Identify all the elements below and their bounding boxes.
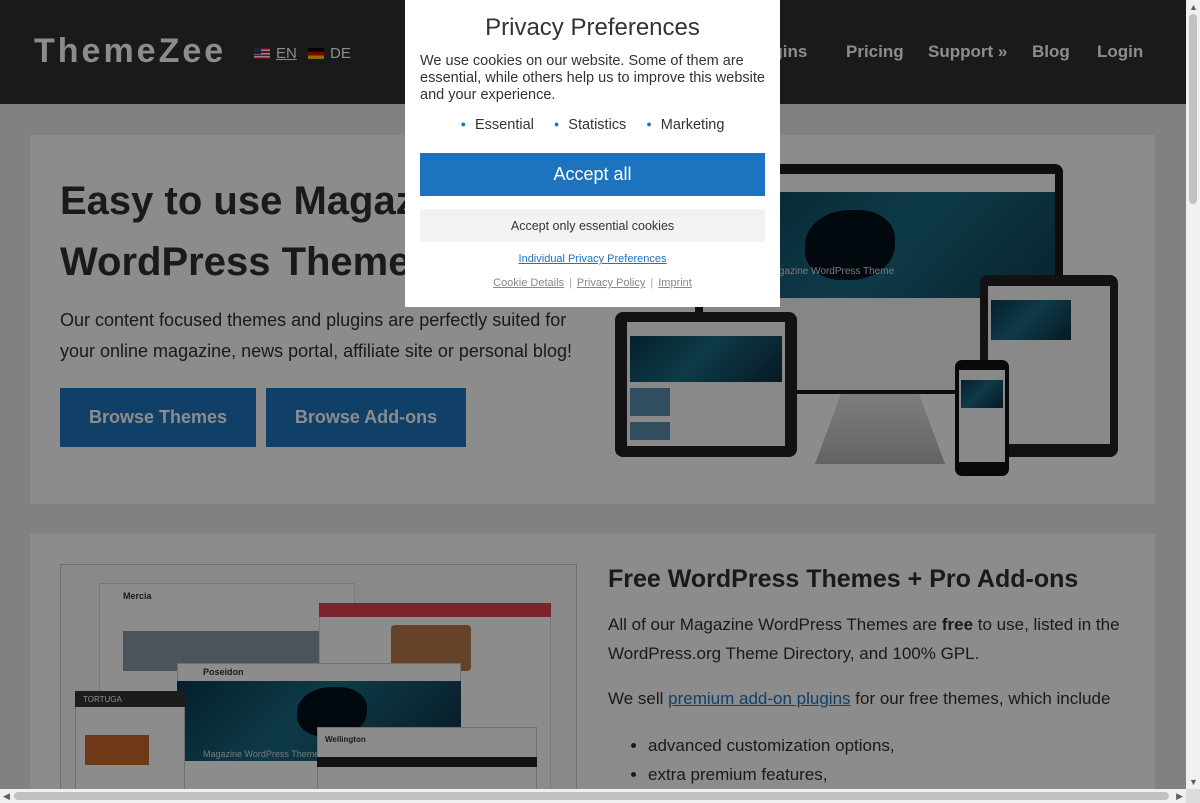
scroll-up-icon[interactable]: ▲ <box>1189 2 1198 12</box>
individual-preferences-link[interactable]: Individual Privacy Preferences <box>405 253 780 265</box>
horizontal-scroll-thumb[interactable] <box>14 792 1169 800</box>
horizontal-scrollbar[interactable]: ◀ ▶ <box>0 789 1186 803</box>
dialog-footer-links: Cookie Details | Privacy Policy | Imprint <box>493 277 692 289</box>
vertical-scroll-thumb[interactable] <box>1189 14 1197 204</box>
category-statistics: Statistics <box>554 117 626 133</box>
privacy-policy-link[interactable]: Privacy Policy <box>577 277 645 289</box>
dialog-title: Privacy Preferences <box>485 14 700 41</box>
scrollbar-corner <box>1186 789 1200 803</box>
category-essential: Essential <box>461 117 534 133</box>
dialog-description: We use cookies on our website. Some of t… <box>420 53 765 103</box>
scroll-down-icon[interactable]: ▼ <box>1189 777 1198 787</box>
vertical-scrollbar[interactable]: ▲ ▼ <box>1186 0 1200 789</box>
accept-all-button[interactable]: Accept all <box>420 153 765 196</box>
privacy-preferences-dialog: Privacy Preferences We use cookies on ou… <box>405 0 780 307</box>
scroll-left-icon[interactable]: ◀ <box>3 791 10 802</box>
imprint-link[interactable]: Imprint <box>658 277 692 289</box>
scroll-right-icon[interactable]: ▶ <box>1176 791 1183 802</box>
accept-essential-button[interactable]: Accept only essential cookies <box>420 209 765 242</box>
cookie-categories: Essential Statistics Marketing <box>405 117 780 133</box>
cookie-details-link[interactable]: Cookie Details <box>493 277 564 289</box>
category-marketing: Marketing <box>646 117 725 133</box>
